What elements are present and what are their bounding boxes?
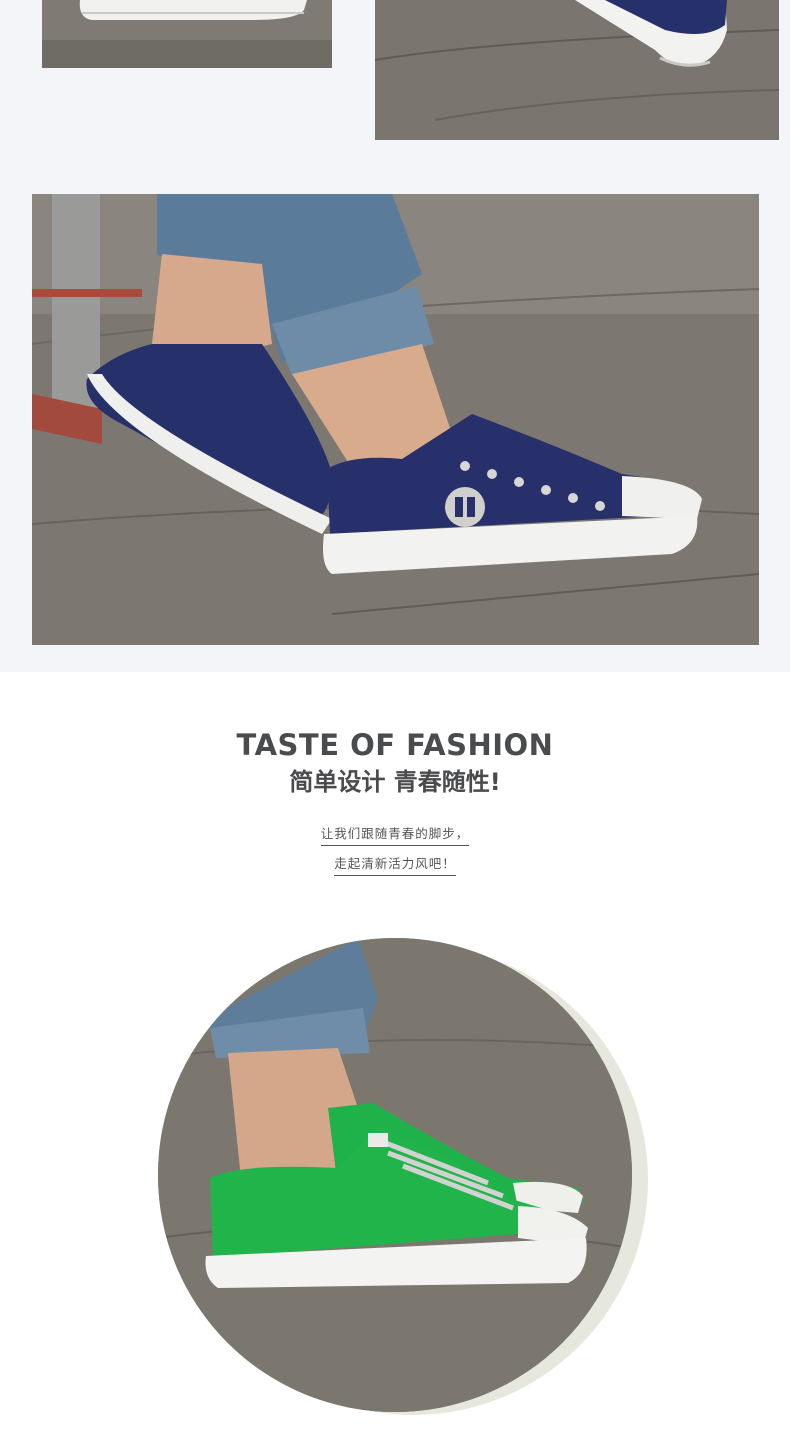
navy-shoes-worn bbox=[32, 194, 759, 645]
tagline-line-2: 走起清新活力风吧！ bbox=[0, 853, 790, 876]
navy-shoe-detail-left bbox=[42, 0, 332, 68]
heading: TASTE OF FASHION bbox=[236, 728, 554, 762]
navy-shoe-detail-right bbox=[375, 0, 779, 140]
tagline-line-1: 让我们跟随青春的脚步， bbox=[0, 823, 790, 846]
subheading: 简单设计 青春随性! bbox=[289, 768, 501, 796]
tagline-line-1-text: 让我们跟随青春的脚步， bbox=[320, 823, 470, 846]
green-shoes-circle bbox=[158, 938, 632, 1412]
tagline-line-2-text: 走起清新活力风吧！ bbox=[334, 853, 456, 876]
